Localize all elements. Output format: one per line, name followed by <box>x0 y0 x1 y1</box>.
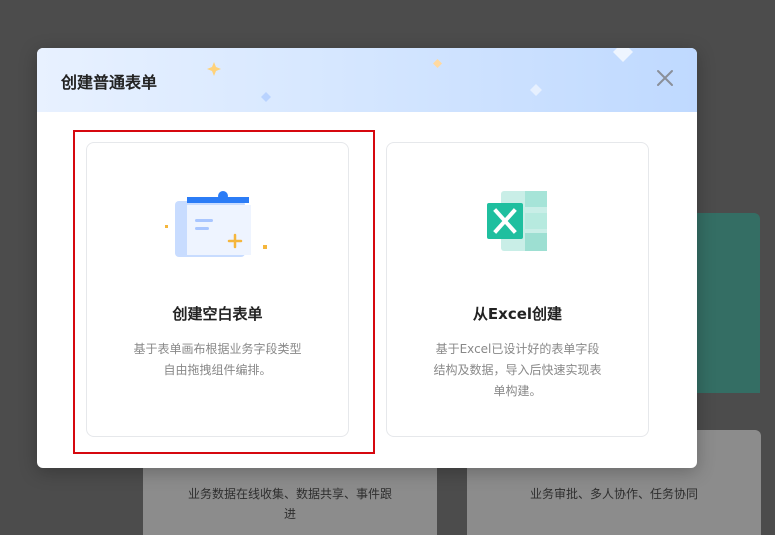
dialog-title: 创建普通表单 <box>61 73 158 92</box>
sparkle-icon <box>530 84 542 96</box>
blank-form-description: 基于表单画布根据业务字段类型自由拖拽组件编排。 <box>133 342 302 377</box>
close-icon[interactable] <box>653 66 677 90</box>
sparkle-icon <box>207 62 221 76</box>
create-blank-form-card[interactable]: 创建空白表单 基于表单画布根据业务字段类型自由拖拽组件编排。 <box>86 142 349 437</box>
blank-form-icon <box>164 191 267 257</box>
sparkle-icon <box>613 48 633 62</box>
excel-option-description: 基于Excel已设计好的表单字段结构及数据，导入后快速实现表单构建。 <box>433 342 602 398</box>
sparkle-icon <box>261 92 271 102</box>
excel-option-title: 从Excel创建 <box>472 305 563 323</box>
create-form-dialog: 创建普通表单 创建空白表单 基于表单画布根据业务字段类型自由拖拽组件编排。 从E… <box>37 48 697 468</box>
sparkle-icon <box>433 59 442 68</box>
blank-form-title: 创建空白表单 <box>172 305 263 323</box>
create-from-excel-card[interactable]: 从Excel创建 基于Excel已设计好的表单字段结构及数据，导入后快速实现表单… <box>386 142 649 437</box>
dialog-header: 创建普通表单 <box>37 48 697 112</box>
excel-icon <box>486 191 547 251</box>
